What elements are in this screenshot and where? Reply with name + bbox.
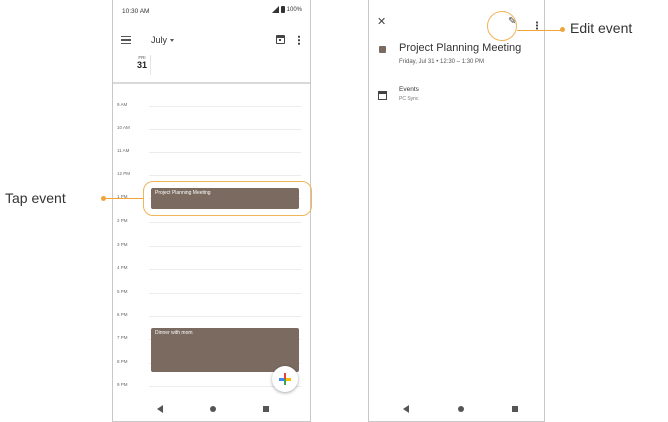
- hour-line: [149, 246, 301, 247]
- time-label: 12 PM: [117, 171, 131, 176]
- battery-percent: 100%: [286, 6, 302, 13]
- status-time: 10:30 AM: [122, 8, 150, 15]
- system-nav-bar: [113, 397, 310, 421]
- time-label: 8 PM: [117, 359, 128, 364]
- time-label: 5 PM: [117, 289, 128, 294]
- edit-icon[interactable]: ✎: [508, 17, 516, 27]
- time-label: 7 PM: [117, 335, 128, 340]
- time-row: 4 PM: [113, 265, 310, 270]
- annotation-edit-event: Edit event: [570, 20, 633, 36]
- time-label: 2 PM: [117, 218, 128, 223]
- recents-icon[interactable]: [512, 406, 518, 412]
- hour-line: [149, 222, 301, 223]
- time-label: 11 AM: [117, 148, 130, 153]
- today-icon[interactable]: [276, 35, 285, 44]
- chevron-down-icon: [170, 39, 175, 43]
- time-row: 9 AM: [113, 102, 310, 107]
- event-detail-title: Project Planning Meeting: [399, 42, 522, 54]
- month-selector[interactable]: July: [151, 35, 175, 45]
- time-row: 10 AM: [113, 125, 310, 130]
- time-label: 4 PM: [117, 265, 128, 270]
- status-icons: 100%: [271, 6, 302, 13]
- create-event-button[interactable]: [272, 366, 298, 392]
- calendar-name: Events: [399, 86, 419, 93]
- tap-highlight-box: [143, 181, 312, 216]
- status-bar: 10:30 AM 100%: [113, 0, 310, 20]
- month-label: July: [151, 35, 168, 45]
- time-label: 9 PM: [117, 382, 128, 387]
- event-dinner-with-mom[interactable]: Dinner with mom: [151, 328, 299, 372]
- time-label: 9 AM: [117, 102, 128, 107]
- time-row: 3 PM: [113, 242, 310, 247]
- annotation-dot: [560, 27, 565, 32]
- close-icon[interactable]: ✕: [377, 17, 386, 28]
- hour-line: [149, 175, 301, 176]
- calendar-account: PC Sync: [399, 96, 419, 102]
- signal-icon: [271, 6, 279, 13]
- event-color-swatch: [379, 46, 386, 53]
- back-icon[interactable]: [403, 405, 409, 413]
- calendar-app-bar: July: [113, 27, 310, 57]
- time-row: 12 PM: [113, 171, 310, 176]
- hour-line: [149, 293, 301, 294]
- time-row: 2 PM: [113, 218, 310, 223]
- home-icon[interactable]: [458, 406, 464, 412]
- plus-icon-vertical: [283, 373, 286, 385]
- battery-icon: [280, 6, 285, 13]
- phone-event-details: ✕ ✎ Project Planning Meeting Friday, Jul…: [368, 0, 545, 422]
- time-label: 6 PM: [117, 312, 128, 317]
- annotation-leader-line: [104, 198, 144, 199]
- time-row: 11 AM: [113, 148, 310, 153]
- more-options-icon[interactable]: [536, 21, 538, 30]
- annotation-tap-event: Tap event: [5, 190, 66, 206]
- time-label: 10 AM: [117, 125, 130, 130]
- hour-line: [149, 269, 301, 270]
- hour-line: [149, 106, 301, 107]
- all-day-divider: [113, 82, 310, 84]
- more-options-icon[interactable]: [298, 35, 300, 45]
- event-title: Dinner with mom: [155, 330, 193, 336]
- menu-icon[interactable]: [121, 36, 131, 44]
- event-detail-time: Friday, Jul 31 • 12:30 – 1:30 PM: [399, 59, 485, 65]
- hour-line: [149, 316, 301, 317]
- recents-icon[interactable]: [263, 406, 269, 412]
- hour-line: [149, 129, 301, 130]
- time-label: 3 PM: [117, 242, 128, 247]
- day-divider: [150, 55, 151, 75]
- time-row: 5 PM: [113, 289, 310, 294]
- home-icon[interactable]: [210, 406, 216, 412]
- system-nav-bar: [369, 397, 544, 421]
- hour-line: [149, 152, 301, 153]
- annotation-leader-line: [517, 30, 562, 31]
- time-row: 6 PM: [113, 312, 310, 317]
- calendar-icon: [378, 91, 387, 100]
- back-icon[interactable]: [157, 405, 163, 413]
